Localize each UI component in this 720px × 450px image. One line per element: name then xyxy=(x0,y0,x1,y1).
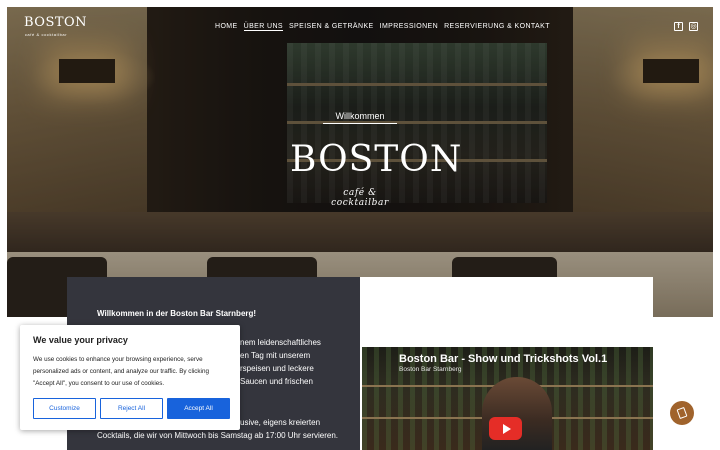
facebook-icon[interactable]: f xyxy=(674,22,683,31)
site-logo[interactable]: BOSTON café & cocktailbar xyxy=(24,15,88,38)
video-title[interactable]: Boston Bar - Show und Trickshots Vol.1 xyxy=(399,353,607,365)
play-icon xyxy=(503,424,511,434)
video-player[interactable]: Boston Bar - Show und Trickshots Vol.1 B… xyxy=(362,347,653,450)
cookie-banner: We value your privacy We use cookies to … xyxy=(20,325,240,430)
content-line: nem leidenschaftliches xyxy=(240,338,321,347)
hero-brand: BOSTON xyxy=(290,139,463,180)
reject-all-button[interactable]: Reject All xyxy=(100,398,163,419)
content-line: Saucen und frischen xyxy=(240,377,313,386)
cookie-title: We value your privacy xyxy=(33,335,128,345)
content-line: en Tag mit unserem xyxy=(240,351,311,360)
logo-word: BOSTON xyxy=(24,15,88,30)
nav-home[interactable]: HOME xyxy=(215,23,238,31)
nav-speisen-getraenke[interactable]: SPEISEN & GETRÄNKE xyxy=(289,23,374,31)
content-title: Willkommen in der Boston Bar Starnberg! xyxy=(97,309,257,318)
nav-impressionen[interactable]: IMPRESSIONEN xyxy=(380,23,438,31)
cookie-text: We use cookies to enhance your browsing … xyxy=(33,356,209,387)
nav-ueber-uns[interactable]: ÜBER UNS xyxy=(243,23,283,31)
content-line: Cocktails, die wir von Mittwoch bis Sams… xyxy=(97,431,338,440)
main-nav: HOME ÜBER UNS SPEISEN & GETRÄNKE IMPRESS… xyxy=(215,23,550,31)
logo-subtext: café & cocktailbar xyxy=(24,32,68,37)
customize-button[interactable]: Customize xyxy=(33,398,96,419)
video-card-top xyxy=(360,277,653,345)
content-line: rspeisen und leckere xyxy=(240,364,314,373)
video-channel[interactable]: Boston Bar Starnberg xyxy=(399,366,462,373)
play-button[interactable] xyxy=(489,417,522,440)
book-icon xyxy=(676,406,688,420)
cookie-buttons: Customize Reject All Accept All xyxy=(33,398,230,419)
hero-welcome: Willkommen xyxy=(323,111,397,124)
nav-reservierung-kontakt[interactable]: RESERVIERUNG & KONTAKT xyxy=(444,23,550,31)
content-line: usive, eigens kreierten xyxy=(240,418,321,427)
accept-all-button[interactable]: Accept All xyxy=(167,398,230,419)
reservation-floating-button[interactable] xyxy=(670,401,694,425)
hero-tagline: café & cocktailbar xyxy=(331,188,389,208)
tripadvisor-icon[interactable]: ◎ xyxy=(689,22,698,31)
